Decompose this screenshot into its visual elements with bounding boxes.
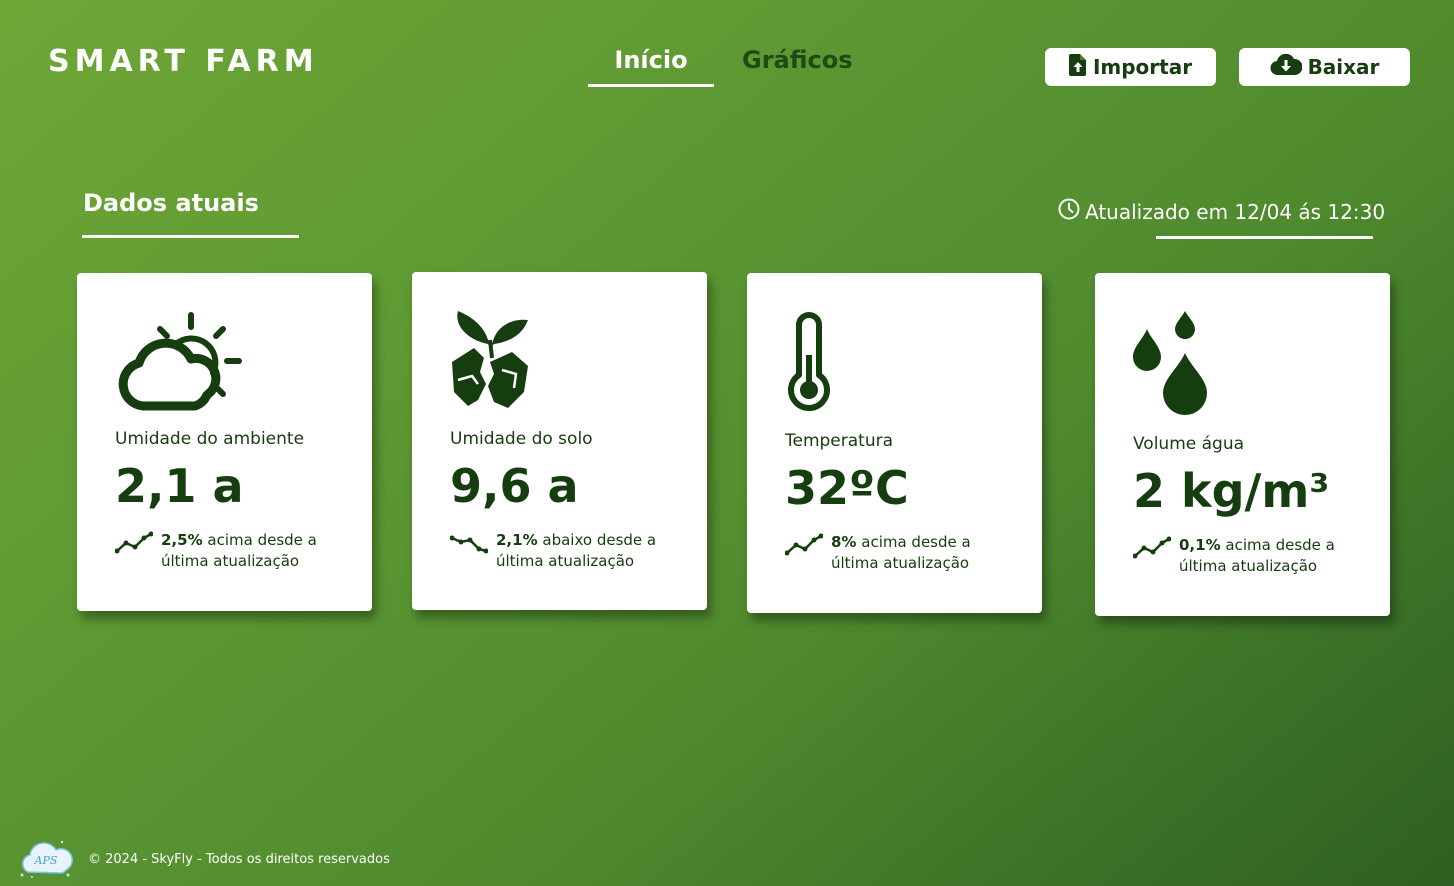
sprout-soil-icon — [450, 310, 532, 414]
last-updated-underline — [1156, 236, 1373, 239]
change-text: abaixo desde a — [542, 531, 657, 549]
water-drops-icon — [1133, 311, 1213, 421]
footer-text: © 2024 - SkyFly - Todos os direitos rese… — [88, 851, 390, 867]
change-text-line2: última atualização — [161, 552, 300, 570]
import-button-label: Importar — [1092, 55, 1193, 79]
trend-up-icon — [784, 532, 824, 562]
import-button[interactable]: Importar — [1045, 48, 1216, 86]
change-percent: 2,5% — [161, 531, 203, 549]
section-title-underline — [82, 235, 299, 238]
clock-icon — [1058, 198, 1080, 225]
tab-inicio[interactable]: Início — [588, 46, 714, 87]
card-change: 2,1% abaixo desde a última atualização — [449, 530, 657, 572]
card-label: Umidade do ambiente — [115, 429, 305, 449]
change-percent: 2,1% — [496, 531, 538, 549]
tab-graficos[interactable]: Gráficos — [742, 46, 853, 74]
card-value: 32ºC — [785, 461, 909, 515]
change-percent: 0,1% — [1179, 536, 1221, 554]
change-text-line2: última atualização — [1179, 557, 1318, 575]
svg-text:APS: APS — [34, 854, 58, 867]
thermometer-icon — [785, 311, 833, 417]
card-umidade-solo: Umidade do solo 9,6 a 2,1% abaixo desde … — [412, 272, 707, 610]
card-label: Volume água — [1133, 434, 1245, 454]
cloud-sun-icon — [115, 311, 245, 415]
card-umidade-ambiente: Umidade do ambiente 2,1 a 2,5% acima des… — [77, 273, 372, 611]
card-value: 9,6 a — [450, 459, 579, 513]
change-text: acima desde a — [861, 533, 971, 551]
last-updated: Atualizado em 12/04 ás 12:30 — [1058, 198, 1385, 225]
change-text: acima desde a — [207, 531, 317, 549]
trend-down-icon — [449, 530, 489, 560]
change-percent: 8% — [831, 533, 857, 551]
card-change: 2,5% acima desde a última atualização — [114, 530, 317, 572]
skyfly-logo: APS — [18, 836, 74, 882]
trend-up-icon — [114, 530, 154, 560]
card-change: 0,1% acima desde a última atualização — [1132, 535, 1335, 577]
card-value: 2,1 a — [115, 459, 244, 513]
download-button[interactable]: Baixar — [1239, 48, 1410, 86]
trend-up-icon — [1132, 535, 1172, 565]
section-title: Dados atuais — [83, 189, 259, 217]
footer: APS © 2024 - SkyFly - Todos os direitos … — [18, 836, 390, 882]
change-text-line2: última atualização — [831, 554, 970, 572]
change-text-line2: última atualização — [496, 552, 635, 570]
card-value: 2 kg/m³ — [1133, 464, 1330, 518]
file-upload-icon — [1068, 53, 1087, 81]
last-updated-text: Atualizado em 12/04 ás 12:30 — [1085, 199, 1386, 224]
download-button-label: Baixar — [1307, 55, 1380, 79]
card-label: Umidade do solo — [450, 429, 593, 449]
card-volume-agua: Volume água 2 kg/m³ 0,1% acima desde a ú… — [1095, 273, 1390, 616]
app-logo-text: SMART FARM — [48, 44, 319, 79]
card-temperatura: Temperatura 32ºC 8% acima desde a última… — [747, 273, 1042, 613]
card-label: Temperatura — [785, 431, 894, 451]
change-text: acima desde a — [1225, 536, 1335, 554]
card-change: 8% acima desde a última atualização — [784, 532, 971, 574]
cloud-download-icon — [1270, 53, 1303, 81]
